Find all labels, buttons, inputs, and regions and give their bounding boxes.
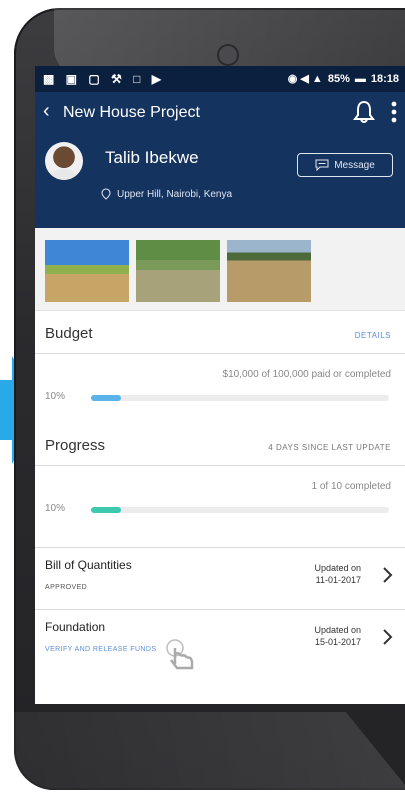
task-progress-bar [91,507,389,513]
budget-section: Budget DETAILS $10,000 of 100,000 paid o… [35,311,405,429]
battery-icon: ▬ [354,72,366,85]
task-progress-fill [91,507,121,513]
item-status: APPROVED [45,584,88,591]
status-bar: ▩ ▣ ▢ ⚒ □ ▶ ◉ ◀ ▲ 85% ▬ 18:18 [35,66,405,92]
camera-icon [217,44,239,66]
phone-screen: ▩ ▣ ▢ ⚒ □ ▶ ◉ ◀ ▲ 85% ▬ 18:18 ‹ New Hous… [35,66,405,704]
last-update-note: 4 DAYS SINCE LAST UPDATE [268,443,391,452]
message-button[interactable]: Message [297,153,393,177]
budget-progress-fill [91,395,121,401]
milestone-list: Bill of Quantities APPROVED Updated on 1… [35,547,405,677]
chevron-right-icon[interactable] [381,628,393,646]
budget-summary: $10,000 of 100,000 paid or completed [222,369,391,380]
list-item[interactable]: Bill of Quantities APPROVED Updated on 1… [35,547,405,608]
budget-title: Budget [45,325,93,342]
app-bar: ‹ New House Project [35,92,405,134]
item-status-link[interactable]: VERIFY AND RELEASE FUNDS [45,646,156,653]
clock: 18:18 [370,72,399,85]
updated-label: Updated on [314,625,361,635]
site-photo-1[interactable] [45,240,129,302]
location-pin-icon [101,188,111,200]
budget-details-link[interactable]: DETAILS [355,331,391,340]
progress-summary: 1 of 10 completed [311,481,392,492]
page-title: New House Project [63,104,200,121]
avatar [45,142,83,180]
more-vert-icon[interactable] [391,100,397,124]
back-chevron-icon[interactable]: ‹ [43,101,50,121]
tap-hand-icon [166,639,194,670]
budget-percent: 10% [45,391,66,402]
chevron-right-icon[interactable] [381,566,393,584]
profile-name: Talib Ibekwe [105,148,199,167]
site-photo-2[interactable] [136,240,220,302]
updated-date: 15-01-2017 [314,637,361,647]
profile-location: Upper Hill, Nairobi, Kenya [117,188,233,200]
updated-label: Updated on [314,563,361,573]
signal-icon: ◉ ◀ ▲ [287,73,323,85]
site-photo-3[interactable] [227,240,311,302]
item-title: Foundation [45,620,106,634]
updated-date: 11-01-2017 [315,575,361,585]
notification-icons: ▩ ▣ ▢ ⚒ □ ▶ [43,72,165,86]
photo-gallery [35,228,405,311]
item-title: Bill of Quantities [45,558,132,572]
progress-percent: 10% [45,503,66,514]
list-item[interactable]: Foundation VERIFY AND RELEASE FUNDS Upda… [35,609,405,670]
progress-title: Progress [45,437,106,454]
bell-icon[interactable] [353,100,375,124]
profile-header: Talib Ibekwe Upper Hill, Nairobi, Kenya … [35,134,405,228]
progress-section: Progress 4 DAYS SINCE LAST UPDATE 1 of 1… [35,429,405,547]
chat-bubble-icon [315,159,329,171]
battery-percent: 85% [327,72,350,85]
message-label: Message [334,159,375,171]
budget-progress-bar [91,395,389,401]
